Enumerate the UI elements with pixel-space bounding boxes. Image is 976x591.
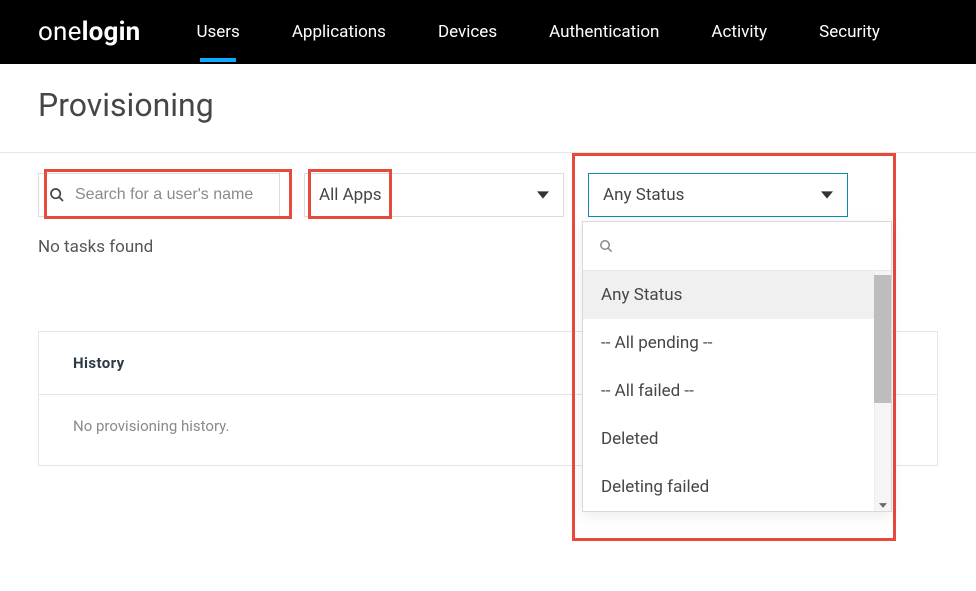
dropdown-scrollbar[interactable] [874, 271, 891, 511]
scroll-down-icon[interactable] [876, 499, 889, 511]
nav-activity[interactable]: Activity [711, 2, 767, 62]
brand-logo: onelogin [38, 17, 140, 47]
caret-down-icon [537, 189, 549, 201]
page-title: Provisioning [38, 86, 938, 124]
search-icon [599, 238, 613, 254]
nav-security[interactable]: Security [819, 2, 880, 62]
search-icon [49, 187, 65, 203]
status-dropdown-panel: Any Status -- All pending -- -- All fail… [582, 221, 892, 512]
status-option-deleting-failed[interactable]: Deleting failed [583, 463, 891, 511]
user-search[interactable] [38, 173, 280, 217]
nav-list: Users Applications Devices Authenticatio… [196, 2, 880, 62]
nav-authentication[interactable]: Authentication [549, 2, 659, 62]
status-option-all-failed[interactable]: -- All failed -- [583, 367, 891, 415]
status-select[interactable]: Any Status [588, 173, 848, 217]
filter-bar: All Apps Any Status Any Status -- All pe… [0, 153, 976, 229]
status-dropdown-search-input[interactable] [625, 236, 875, 256]
status-option-all-pending[interactable]: -- All pending -- [583, 319, 891, 367]
nav-users[interactable]: Users [196, 2, 239, 62]
nav-applications[interactable]: Applications [292, 2, 386, 62]
scroll-thumb[interactable] [874, 275, 891, 403]
status-dropdown-list: Any Status -- All pending -- -- All fail… [583, 271, 891, 511]
app-select-value: All Apps [319, 185, 382, 205]
status-select-value: Any Status [603, 185, 684, 205]
status-dropdown-search[interactable] [583, 222, 891, 271]
caret-down-icon [821, 189, 833, 201]
page-header: Provisioning [0, 64, 976, 153]
user-search-input[interactable] [65, 186, 269, 204]
top-nav: onelogin Users Applications Devices Auth… [0, 0, 976, 64]
brand-right: login [82, 17, 141, 47]
nav-devices[interactable]: Devices [438, 2, 497, 62]
status-option-deleted[interactable]: Deleted [583, 415, 891, 463]
brand-left: one [38, 17, 82, 47]
app-select[interactable]: All Apps [304, 173, 564, 217]
status-option-any[interactable]: Any Status [583, 271, 891, 319]
